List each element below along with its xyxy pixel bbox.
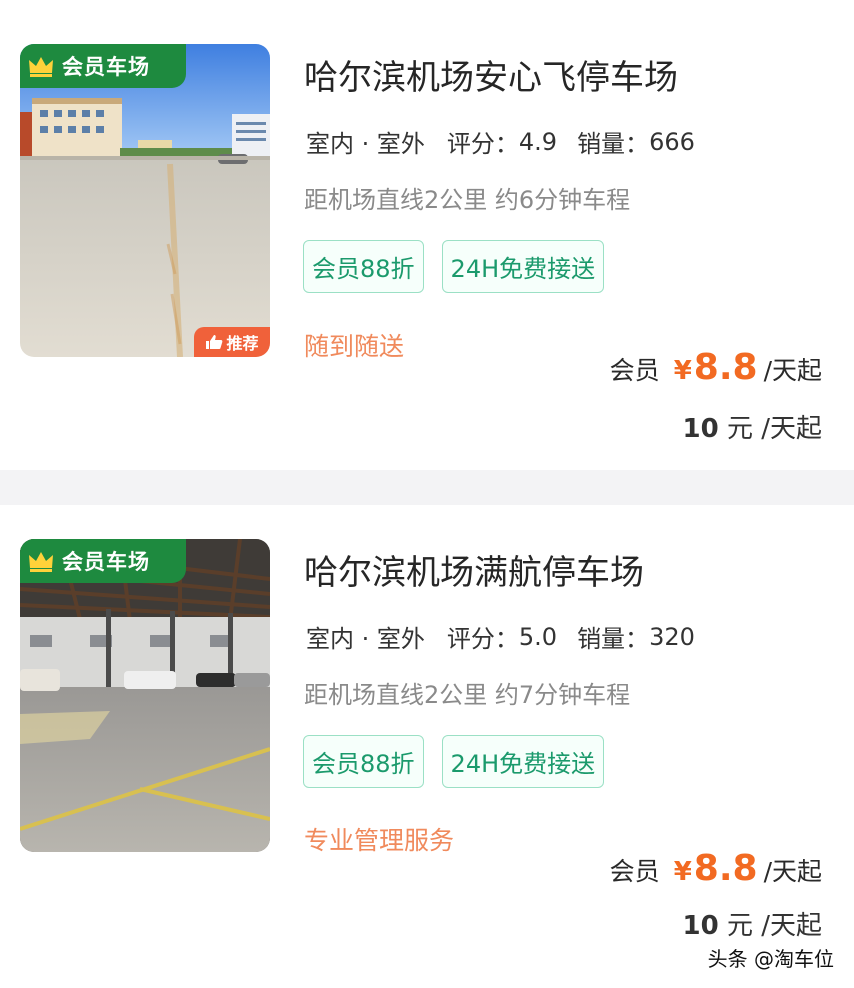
- feature-text: 随到随送: [304, 332, 405, 361]
- original-price: 10 元 /天起: [683, 408, 822, 445]
- price-unit: /天起: [763, 356, 822, 385]
- member-price: 会员 ¥ 8.8 /天起: [610, 848, 822, 889]
- member-price-value: 8.8: [693, 347, 758, 388]
- indoor-lot-image: [20, 539, 270, 852]
- lot-meta: 室内 · 室外 评分： 4.9 销量： 666: [304, 124, 695, 163]
- member-label: 会员: [609, 857, 660, 886]
- parking-card[interactable]: 会员车场 推荐 哈尔滨机场安心飞停车场 室内 · 室外 评分： 4.9 销量： …: [0, 0, 854, 470]
- currency-symbol: ¥: [673, 857, 692, 887]
- original-price-unit: 元 /天起: [726, 911, 822, 941]
- recommend-badge: 推荐: [194, 327, 270, 357]
- original-price: 10 元 /天起: [683, 905, 822, 942]
- member-label: 会员: [609, 356, 660, 385]
- lot-title[interactable]: 哈尔滨机场满航停车场: [304, 545, 644, 594]
- parking-photo[interactable]: 会员车场: [20, 539, 270, 852]
- original-price-unit: 元 /天起: [726, 414, 822, 444]
- member-price-value: 8.8: [693, 848, 758, 889]
- original-price-value: 10: [682, 414, 719, 444]
- badge-label: 会员车场: [62, 55, 150, 79]
- recommend-label: 推荐: [226, 334, 259, 353]
- distance-text: 距机场直线2公里 约7分钟车程: [304, 681, 631, 709]
- rating-label: 评分：: [446, 625, 519, 653]
- lot-title[interactable]: 哈尔滨机场安心飞停车场: [304, 50, 678, 99]
- badge-label: 会员车场: [62, 550, 150, 574]
- place-type: 室内 · 室外: [304, 124, 427, 163]
- shuttle-tag: 24H免费接送: [441, 240, 605, 293]
- shuttle-tag: 24H免费接送: [441, 735, 605, 788]
- tag-list: 会员88折 24H免费接送: [303, 240, 605, 293]
- member-lot-badge: 会员车场: [20, 44, 186, 88]
- sales-value: 320: [649, 622, 695, 651]
- discount-tag: 会员88折: [303, 240, 424, 293]
- member-lot-badge: 会员车场: [20, 539, 186, 583]
- parking-card[interactable]: 会员车场 哈尔滨机场满航停车场 室内 · 室外 评分： 5.0 销量： 320 …: [0, 505, 854, 988]
- sales-label: 销量：: [577, 130, 650, 158]
- distance-text: 距机场直线2公里 约6分钟车程: [304, 186, 631, 214]
- currency-symbol: ¥: [673, 356, 692, 386]
- feature-text: 专业管理服务: [304, 826, 455, 855]
- outdoor-lot-image: [20, 44, 270, 357]
- price-unit: /天起: [763, 857, 822, 886]
- sales-value: 666: [649, 127, 695, 156]
- member-price: 会员 ¥ 8.8 /天起: [610, 347, 822, 388]
- thumbs-up-icon: [206, 335, 223, 349]
- lot-meta: 室内 · 室外 评分： 5.0 销量： 320: [304, 619, 695, 658]
- tag-list: 会员88折 24H免费接送: [303, 735, 605, 788]
- parking-photo[interactable]: 会员车场 推荐: [20, 44, 270, 357]
- crown-icon: [29, 57, 53, 77]
- watermark: 头条 @淘车位: [707, 947, 834, 971]
- rating-label: 评分：: [446, 130, 519, 158]
- rating-value: 5.0: [518, 622, 558, 651]
- place-type: 室内 · 室外: [304, 619, 427, 658]
- crown-icon: [29, 552, 53, 572]
- original-price-value: 10: [682, 911, 719, 941]
- rating-value: 4.9: [518, 127, 558, 156]
- discount-tag: 会员88折: [303, 735, 424, 788]
- sales-label: 销量：: [577, 625, 650, 653]
